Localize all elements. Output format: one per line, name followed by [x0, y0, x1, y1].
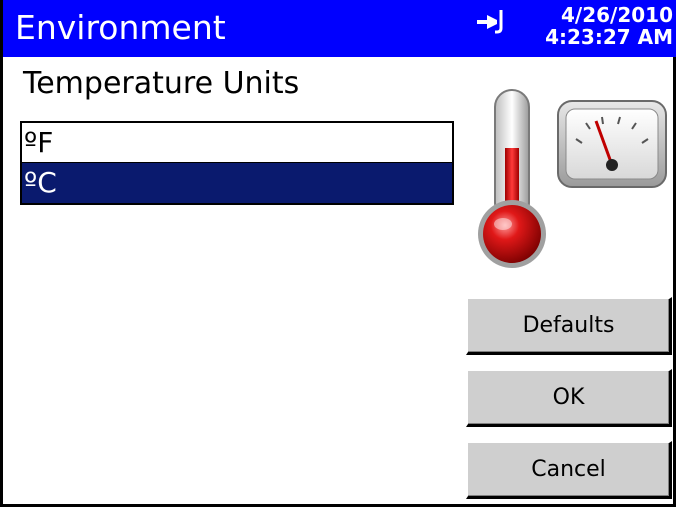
defaults-button[interactable]: Defaults	[466, 297, 672, 355]
title-bar: Environment 4/26/2010 4:23:27 AM	[3, 0, 676, 57]
option-celsius[interactable]: ºC	[22, 163, 452, 203]
gauge-icon	[557, 100, 667, 188]
clock-date: 4/26/2010	[560, 3, 673, 27]
environment-window: Environment 4/26/2010 4:23:27 AM Tempera…	[0, 0, 676, 507]
temperature-units-label: Temperature Units	[23, 66, 300, 101]
window-title: Environment	[15, 8, 226, 47]
clock-time: 4:23:27 AM	[545, 25, 673, 49]
temperature-units-list[interactable]: ºF ºC	[20, 121, 454, 205]
option-fahrenheit[interactable]: ºF	[22, 123, 452, 163]
clock: 4/26/2010 4:23:27 AM	[545, 4, 673, 48]
cancel-button[interactable]: Cancel	[466, 441, 672, 499]
thermometer-icon	[478, 89, 546, 268]
ok-button[interactable]: OK	[466, 369, 672, 427]
power-plug-icon	[477, 10, 503, 34]
